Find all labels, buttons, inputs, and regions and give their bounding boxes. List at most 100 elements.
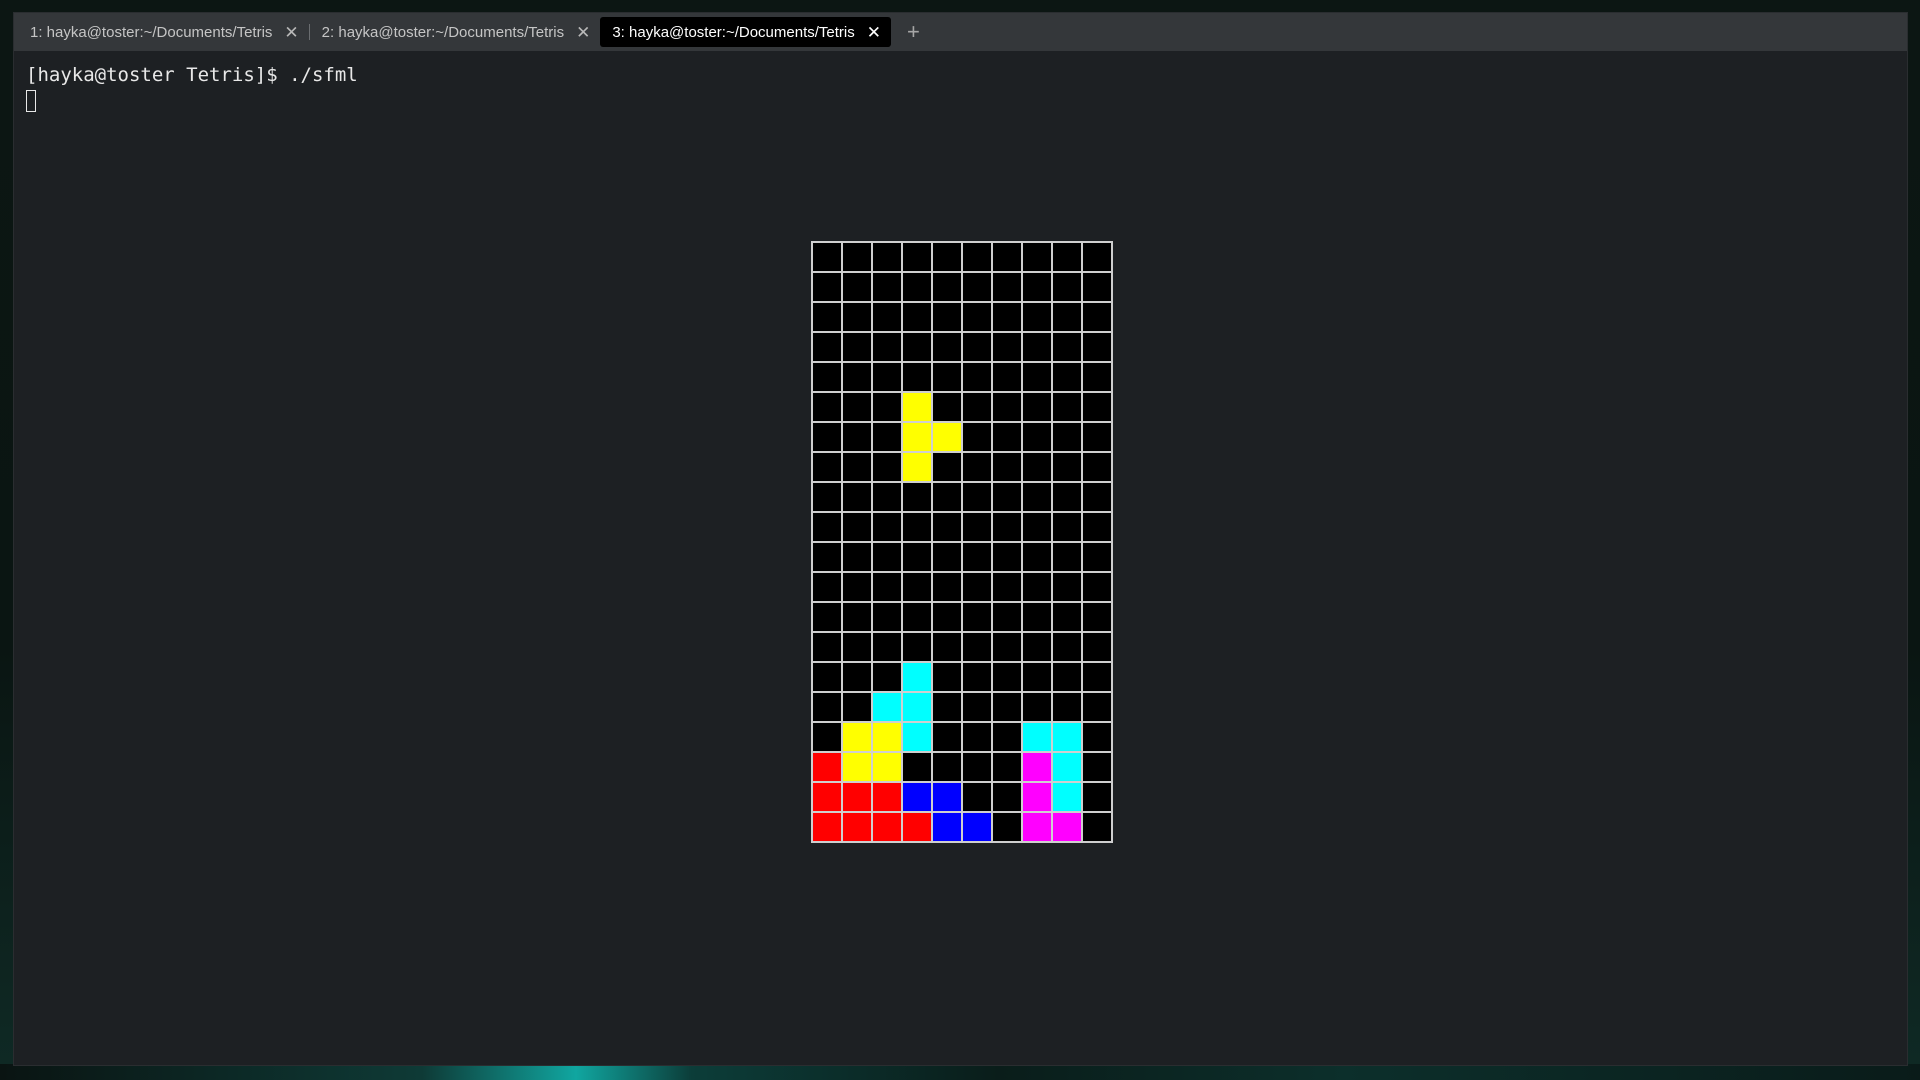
board-cell-empty (842, 422, 872, 452)
close-icon[interactable]: ✕ (284, 24, 298, 41)
close-icon[interactable]: ✕ (867, 24, 881, 41)
desktop-wallpaper (0, 1064, 1920, 1080)
board-cell-empty (902, 512, 932, 542)
board-cell-empty (1022, 512, 1052, 542)
board-cell-empty (902, 302, 932, 332)
board-cell-empty (872, 302, 902, 332)
board-cell-empty (1022, 332, 1052, 362)
board-cell-empty (872, 332, 902, 362)
board-cell-empty (1052, 482, 1082, 512)
board-cell-block (842, 782, 872, 812)
board-cell-block (872, 692, 902, 722)
board-cell-block (842, 722, 872, 752)
board-cell-empty (812, 692, 842, 722)
board-cell-empty (932, 272, 962, 302)
board-cell-empty (992, 242, 1022, 272)
board-cell-block (812, 812, 842, 842)
board-cell-empty (1052, 662, 1082, 692)
board-cell-empty (872, 662, 902, 692)
board-cell-block (902, 692, 932, 722)
terminal-output[interactable]: [hayka@toster Tetris]$ ./sfml (26, 63, 358, 112)
board-cell-block (872, 752, 902, 782)
board-cell-empty (1022, 602, 1052, 632)
board-cell-block (1052, 722, 1082, 752)
board-cell-empty (1022, 542, 1052, 572)
board-cell-empty (872, 632, 902, 662)
tetris-board[interactable] (811, 241, 1113, 843)
board-cell-empty (842, 452, 872, 482)
tab-2[interactable]: 2: hayka@toster:~/Documents/Tetris ✕ (310, 17, 601, 47)
board-cell-empty (842, 602, 872, 632)
board-cell-empty (932, 692, 962, 722)
board-cell-block (902, 392, 932, 422)
board-cell-block (1052, 752, 1082, 782)
board-cell-empty (962, 362, 992, 392)
board-cell-empty (842, 662, 872, 692)
tab-label: 2: hayka@toster:~/Documents/Tetris (321, 23, 565, 41)
board-cell-block (1052, 812, 1082, 842)
board-cell-empty (992, 722, 1022, 752)
board-cell-empty (932, 512, 962, 542)
board-cell-empty (932, 362, 962, 392)
board-cell-empty (902, 752, 932, 782)
prompt-line: [hayka@toster Tetris]$ ./sfml (26, 64, 358, 86)
board-cell-block (902, 722, 932, 752)
board-cell-empty (1082, 482, 1112, 512)
tab-1[interactable]: 1: hayka@toster:~/Documents/Tetris ✕ (18, 17, 309, 47)
board-cell-empty (992, 632, 1022, 662)
board-cell-empty (1052, 302, 1082, 332)
board-cell-empty (1082, 512, 1112, 542)
text-cursor (26, 90, 36, 112)
board-cell-empty (1082, 602, 1112, 632)
board-cell-empty (842, 482, 872, 512)
board-cell-empty (932, 632, 962, 662)
board-cell-empty (962, 542, 992, 572)
board-cell-empty (1022, 692, 1052, 722)
board-cell-empty (902, 632, 932, 662)
close-icon[interactable]: ✕ (576, 24, 590, 41)
board-cell-block (902, 422, 932, 452)
board-cell-empty (962, 482, 992, 512)
board-cell-empty (842, 332, 872, 362)
board-cell-empty (842, 632, 872, 662)
board-cell-empty (962, 422, 992, 452)
board-cell-empty (812, 452, 842, 482)
tab-3[interactable]: 3: hayka@toster:~/Documents/Tetris ✕ (600, 17, 892, 47)
board-cell-block (932, 422, 962, 452)
board-cell-empty (962, 272, 992, 302)
board-cell-empty (842, 542, 872, 572)
board-cell-empty (812, 632, 842, 662)
board-cell-empty (962, 302, 992, 332)
board-cell-empty (962, 392, 992, 422)
board-cell-empty (932, 722, 962, 752)
board-cell-empty (992, 512, 1022, 542)
board-cell-empty (1022, 242, 1052, 272)
board-cell-empty (1082, 242, 1112, 272)
board-cell-empty (872, 452, 902, 482)
board-cell-empty (812, 572, 842, 602)
board-cell-empty (812, 362, 842, 392)
board-cell-empty (1082, 812, 1112, 842)
board-cell-empty (1082, 722, 1112, 752)
board-cell-empty (1082, 692, 1112, 722)
board-cell-empty (812, 542, 842, 572)
board-cell-block (902, 662, 932, 692)
board-cell-empty (1022, 452, 1052, 482)
tab-label: 3: hayka@toster:~/Documents/Tetris (612, 23, 855, 41)
board-cell-empty (1052, 242, 1082, 272)
board-cell-empty (932, 572, 962, 602)
board-cell-empty (812, 662, 842, 692)
board-cell-empty (1052, 362, 1082, 392)
board-cell-empty (842, 512, 872, 542)
board-cell-empty (812, 242, 842, 272)
new-tab-icon[interactable]: + (907, 21, 920, 43)
board-cell-empty (1052, 272, 1082, 302)
board-cell-empty (1052, 332, 1082, 362)
board-cell-empty (1022, 302, 1052, 332)
board-cell-empty (812, 482, 842, 512)
board-cell-block (812, 752, 842, 782)
board-cell-empty (872, 602, 902, 632)
board-cell-empty (992, 572, 1022, 602)
tab-bar: 1: hayka@toster:~/Documents/Tetris ✕ 2: … (14, 13, 1907, 51)
board-cell-empty (812, 602, 842, 632)
